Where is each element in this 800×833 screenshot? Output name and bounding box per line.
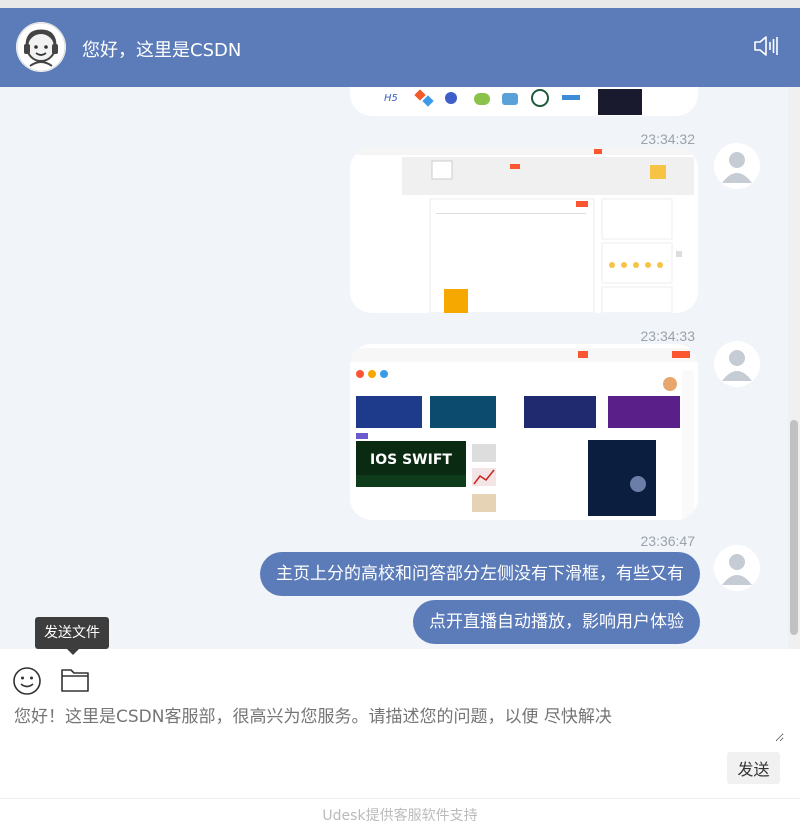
message-timestamp: 23:34:32 [640,131,696,147]
sound-toggle-icon[interactable] [752,34,780,58]
text-message[interactable]: 主页上分的高校和问答部分左侧没有下滑框，有些又有 [260,552,700,596]
user-avatar [714,341,760,387]
send-file-tooltip: 发送文件 [35,617,109,655]
scrollbar-thumb[interactable] [790,420,798,635]
message-timestamp: 23:34:33 [640,328,696,344]
agent-avatar [16,22,66,72]
message-list-scrollbar[interactable] [788,87,800,649]
image-banner-text: IOS SWIFT [370,452,452,468]
header-title: 您好，这里是CSDN [82,40,242,61]
user-avatar [714,545,760,591]
user-avatar [714,143,760,189]
screenshot-thumbnail-article [350,147,698,313]
image-content-logos: H5 [384,87,698,116]
send-button[interactable]: 发送 [727,752,780,784]
image-message[interactable] [350,147,698,313]
screenshot-thumbnail-homepage: IOS SWIFT [350,344,698,520]
folder-icon[interactable] [60,666,90,694]
chat-header: 您好，这里是CSDN [0,8,800,87]
footer-credit: Udesk提供客服软件支持 [0,798,800,825]
message-list[interactable]: H5 23:34:32 23:34:33 IOS SWIFT 23:36:47 … [0,87,788,649]
svg-text:H5: H5 [384,93,398,104]
image-message[interactable]: H5 [350,87,698,116]
message-input[interactable] [14,702,784,742]
message-timestamp: 23:36:47 [640,533,696,549]
emoji-icon[interactable] [12,666,42,696]
image-message[interactable]: IOS SWIFT [350,344,698,520]
text-message[interactable]: 点开直播自动播放，影响用户体验 [413,600,700,644]
top-strip [0,0,800,8]
